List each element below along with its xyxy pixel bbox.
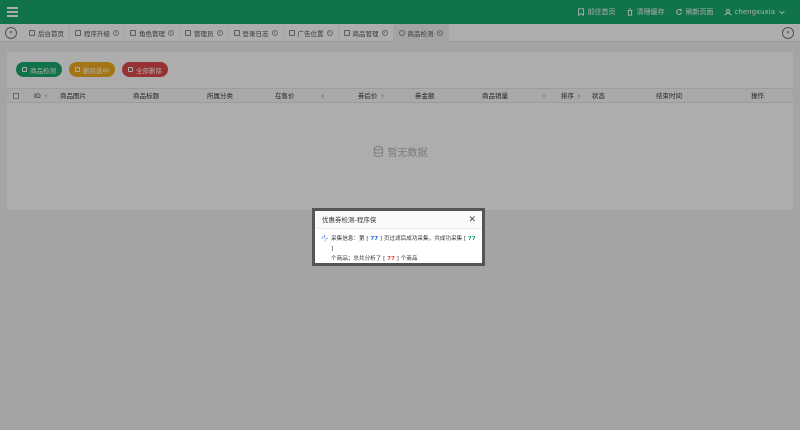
message-text: ]	[331, 246, 334, 252]
dialog-header: 优惠券检测-程序侠 ✕	[315, 211, 482, 229]
dialog-message: 采集信息：第 [ 77 ] 页过滤后成功采集，共成功采集 [ 77 ] 个商品；…	[331, 234, 476, 264]
dialog-title: 优惠券检测-程序侠	[322, 216, 377, 224]
message-text: ] 个商品	[396, 256, 418, 262]
dialog-body: 采集信息：第 [ 77 ] 页过滤后成功采集，共成功采集 [ 77 ] 个商品；…	[315, 229, 482, 264]
loading-spinner-icon	[321, 235, 328, 242]
collected-count: 77	[467, 236, 476, 242]
message-text: 个商品；总共分析了 [	[331, 256, 386, 262]
message-text: 采集信息：第 [	[331, 236, 369, 242]
detect-dialog: 优惠券检测-程序侠 ✕ 采集信息：第 [ 77 ] 页过滤后成功采集，共成功采集…	[312, 208, 485, 266]
page-number: 77	[370, 236, 379, 242]
message-text: ] 页过滤后成功采集，共成功采集 [	[379, 236, 467, 242]
analyzed-count: 77	[387, 256, 395, 262]
close-icon[interactable]: ✕	[468, 211, 476, 229]
